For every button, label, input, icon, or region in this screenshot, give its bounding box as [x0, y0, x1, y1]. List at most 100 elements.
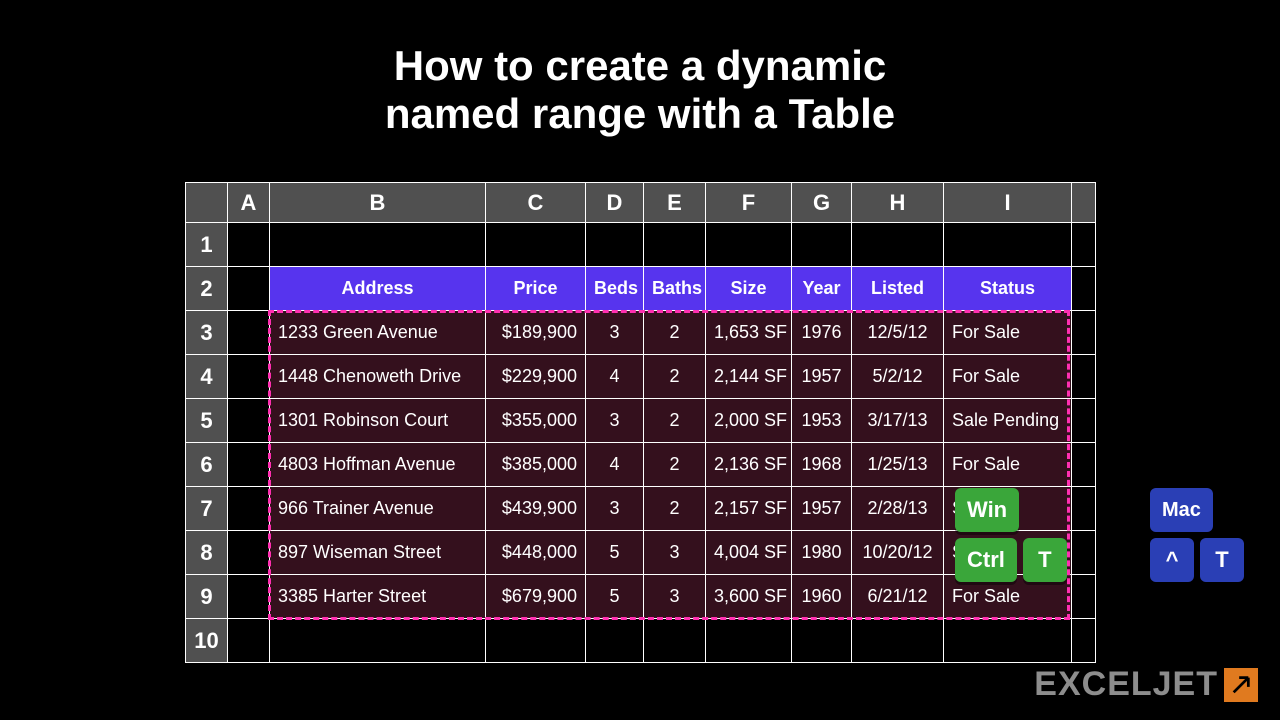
cell-D10[interactable]: [586, 619, 644, 663]
cell-baths[interactable]: 3: [644, 575, 706, 619]
cell-address[interactable]: 1233 Green Avenue: [270, 311, 486, 355]
cell-status[interactable]: For Sale: [944, 443, 1072, 487]
cell-listed[interactable]: 2/28/13: [852, 487, 944, 531]
cell-J1[interactable]: [1072, 223, 1096, 267]
col-header-F[interactable]: F: [706, 183, 792, 223]
row-header-9[interactable]: 9: [186, 575, 228, 619]
cell-size[interactable]: 4,004 SF: [706, 531, 792, 575]
cell-price[interactable]: $355,000: [486, 399, 586, 443]
cell-D1[interactable]: [586, 223, 644, 267]
cell-price[interactable]: $679,900: [486, 575, 586, 619]
cell-year[interactable]: 1957: [792, 355, 852, 399]
cell-baths[interactable]: 2: [644, 443, 706, 487]
row-header-10[interactable]: 10: [186, 619, 228, 663]
row-header-5[interactable]: 5: [186, 399, 228, 443]
cell-beds[interactable]: 3: [586, 487, 644, 531]
cell-I1[interactable]: [944, 223, 1072, 267]
cell-year[interactable]: 1976: [792, 311, 852, 355]
cell-beds[interactable]: 3: [586, 399, 644, 443]
col-header-I[interactable]: I: [944, 183, 1072, 223]
cell-F10[interactable]: [706, 619, 792, 663]
cell-A4[interactable]: [228, 355, 270, 399]
row-header-4[interactable]: 4: [186, 355, 228, 399]
cell-B1[interactable]: [270, 223, 486, 267]
header-beds[interactable]: Beds: [586, 267, 644, 311]
header-address[interactable]: Address: [270, 267, 486, 311]
cell-listed[interactable]: 12/5/12: [852, 311, 944, 355]
cell-J2[interactable]: [1072, 267, 1096, 311]
cell-A7[interactable]: [228, 487, 270, 531]
cell-C1[interactable]: [486, 223, 586, 267]
cell-address[interactable]: 897 Wiseman Street: [270, 531, 486, 575]
cell-address[interactable]: 1448 Chenoweth Drive: [270, 355, 486, 399]
cell-status[interactable]: For Sale: [944, 311, 1072, 355]
cell-B10[interactable]: [270, 619, 486, 663]
cell-J8[interactable]: [1072, 531, 1096, 575]
cell-beds[interactable]: 4: [586, 355, 644, 399]
cell-beds[interactable]: 3: [586, 311, 644, 355]
col-header-H[interactable]: H: [852, 183, 944, 223]
cell-baths[interactable]: 2: [644, 355, 706, 399]
cell-listed[interactable]: 6/21/12: [852, 575, 944, 619]
row-header-2[interactable]: 2: [186, 267, 228, 311]
col-header-B[interactable]: B: [270, 183, 486, 223]
cell-A8[interactable]: [228, 531, 270, 575]
cell-F1[interactable]: [706, 223, 792, 267]
cell-price[interactable]: $189,900: [486, 311, 586, 355]
cell-size[interactable]: 1,653 SF: [706, 311, 792, 355]
col-header-D[interactable]: D: [586, 183, 644, 223]
cell-price[interactable]: $448,000: [486, 531, 586, 575]
cell-address[interactable]: 4803 Hoffman Avenue: [270, 443, 486, 487]
cell-year[interactable]: 1980: [792, 531, 852, 575]
cell-listed[interactable]: 5/2/12: [852, 355, 944, 399]
header-year[interactable]: Year: [792, 267, 852, 311]
cell-J6[interactable]: [1072, 443, 1096, 487]
col-header-A[interactable]: A: [228, 183, 270, 223]
cell-A10[interactable]: [228, 619, 270, 663]
cell-baths[interactable]: 3: [644, 531, 706, 575]
cell-C10[interactable]: [486, 619, 586, 663]
cell-J7[interactable]: [1072, 487, 1096, 531]
cell-year[interactable]: 1968: [792, 443, 852, 487]
col-header-blank[interactable]: [1072, 183, 1096, 223]
row-header-1[interactable]: 1: [186, 223, 228, 267]
row-header-3[interactable]: 3: [186, 311, 228, 355]
cell-status[interactable]: Sale Pending: [944, 399, 1072, 443]
cell-J3[interactable]: [1072, 311, 1096, 355]
cell-address[interactable]: 966 Trainer Avenue: [270, 487, 486, 531]
cell-size[interactable]: 2,157 SF: [706, 487, 792, 531]
cell-size[interactable]: 2,144 SF: [706, 355, 792, 399]
cell-beds[interactable]: 5: [586, 575, 644, 619]
cell-H1[interactable]: [852, 223, 944, 267]
grid[interactable]: A B C D E F G H I 1 2 Address: [185, 182, 1096, 663]
cell-baths[interactable]: 2: [644, 311, 706, 355]
cell-G10[interactable]: [792, 619, 852, 663]
cell-E1[interactable]: [644, 223, 706, 267]
col-header-E[interactable]: E: [644, 183, 706, 223]
cell-baths[interactable]: 2: [644, 487, 706, 531]
cell-size[interactable]: 3,600 SF: [706, 575, 792, 619]
header-listed[interactable]: Listed: [852, 267, 944, 311]
col-header-C[interactable]: C: [486, 183, 586, 223]
row-header-8[interactable]: 8: [186, 531, 228, 575]
cell-listed[interactable]: 1/25/13: [852, 443, 944, 487]
cell-H10[interactable]: [852, 619, 944, 663]
cell-address[interactable]: 1301 Robinson Court: [270, 399, 486, 443]
cell-year[interactable]: 1953: [792, 399, 852, 443]
cell-G1[interactable]: [792, 223, 852, 267]
header-size[interactable]: Size: [706, 267, 792, 311]
cell-listed[interactable]: 10/20/12: [852, 531, 944, 575]
header-status[interactable]: Status: [944, 267, 1072, 311]
cell-price[interactable]: $385,000: [486, 443, 586, 487]
cell-A6[interactable]: [228, 443, 270, 487]
cell-A5[interactable]: [228, 399, 270, 443]
cell-price[interactable]: $229,900: [486, 355, 586, 399]
cell-status[interactable]: For Sale: [944, 355, 1072, 399]
cell-J9[interactable]: [1072, 575, 1096, 619]
cell-size[interactable]: 2,136 SF: [706, 443, 792, 487]
cell-price[interactable]: $439,900: [486, 487, 586, 531]
cell-size[interactable]: 2,000 SF: [706, 399, 792, 443]
header-baths[interactable]: Baths: [644, 267, 706, 311]
row-header-7[interactable]: 7: [186, 487, 228, 531]
cell-year[interactable]: 1960: [792, 575, 852, 619]
